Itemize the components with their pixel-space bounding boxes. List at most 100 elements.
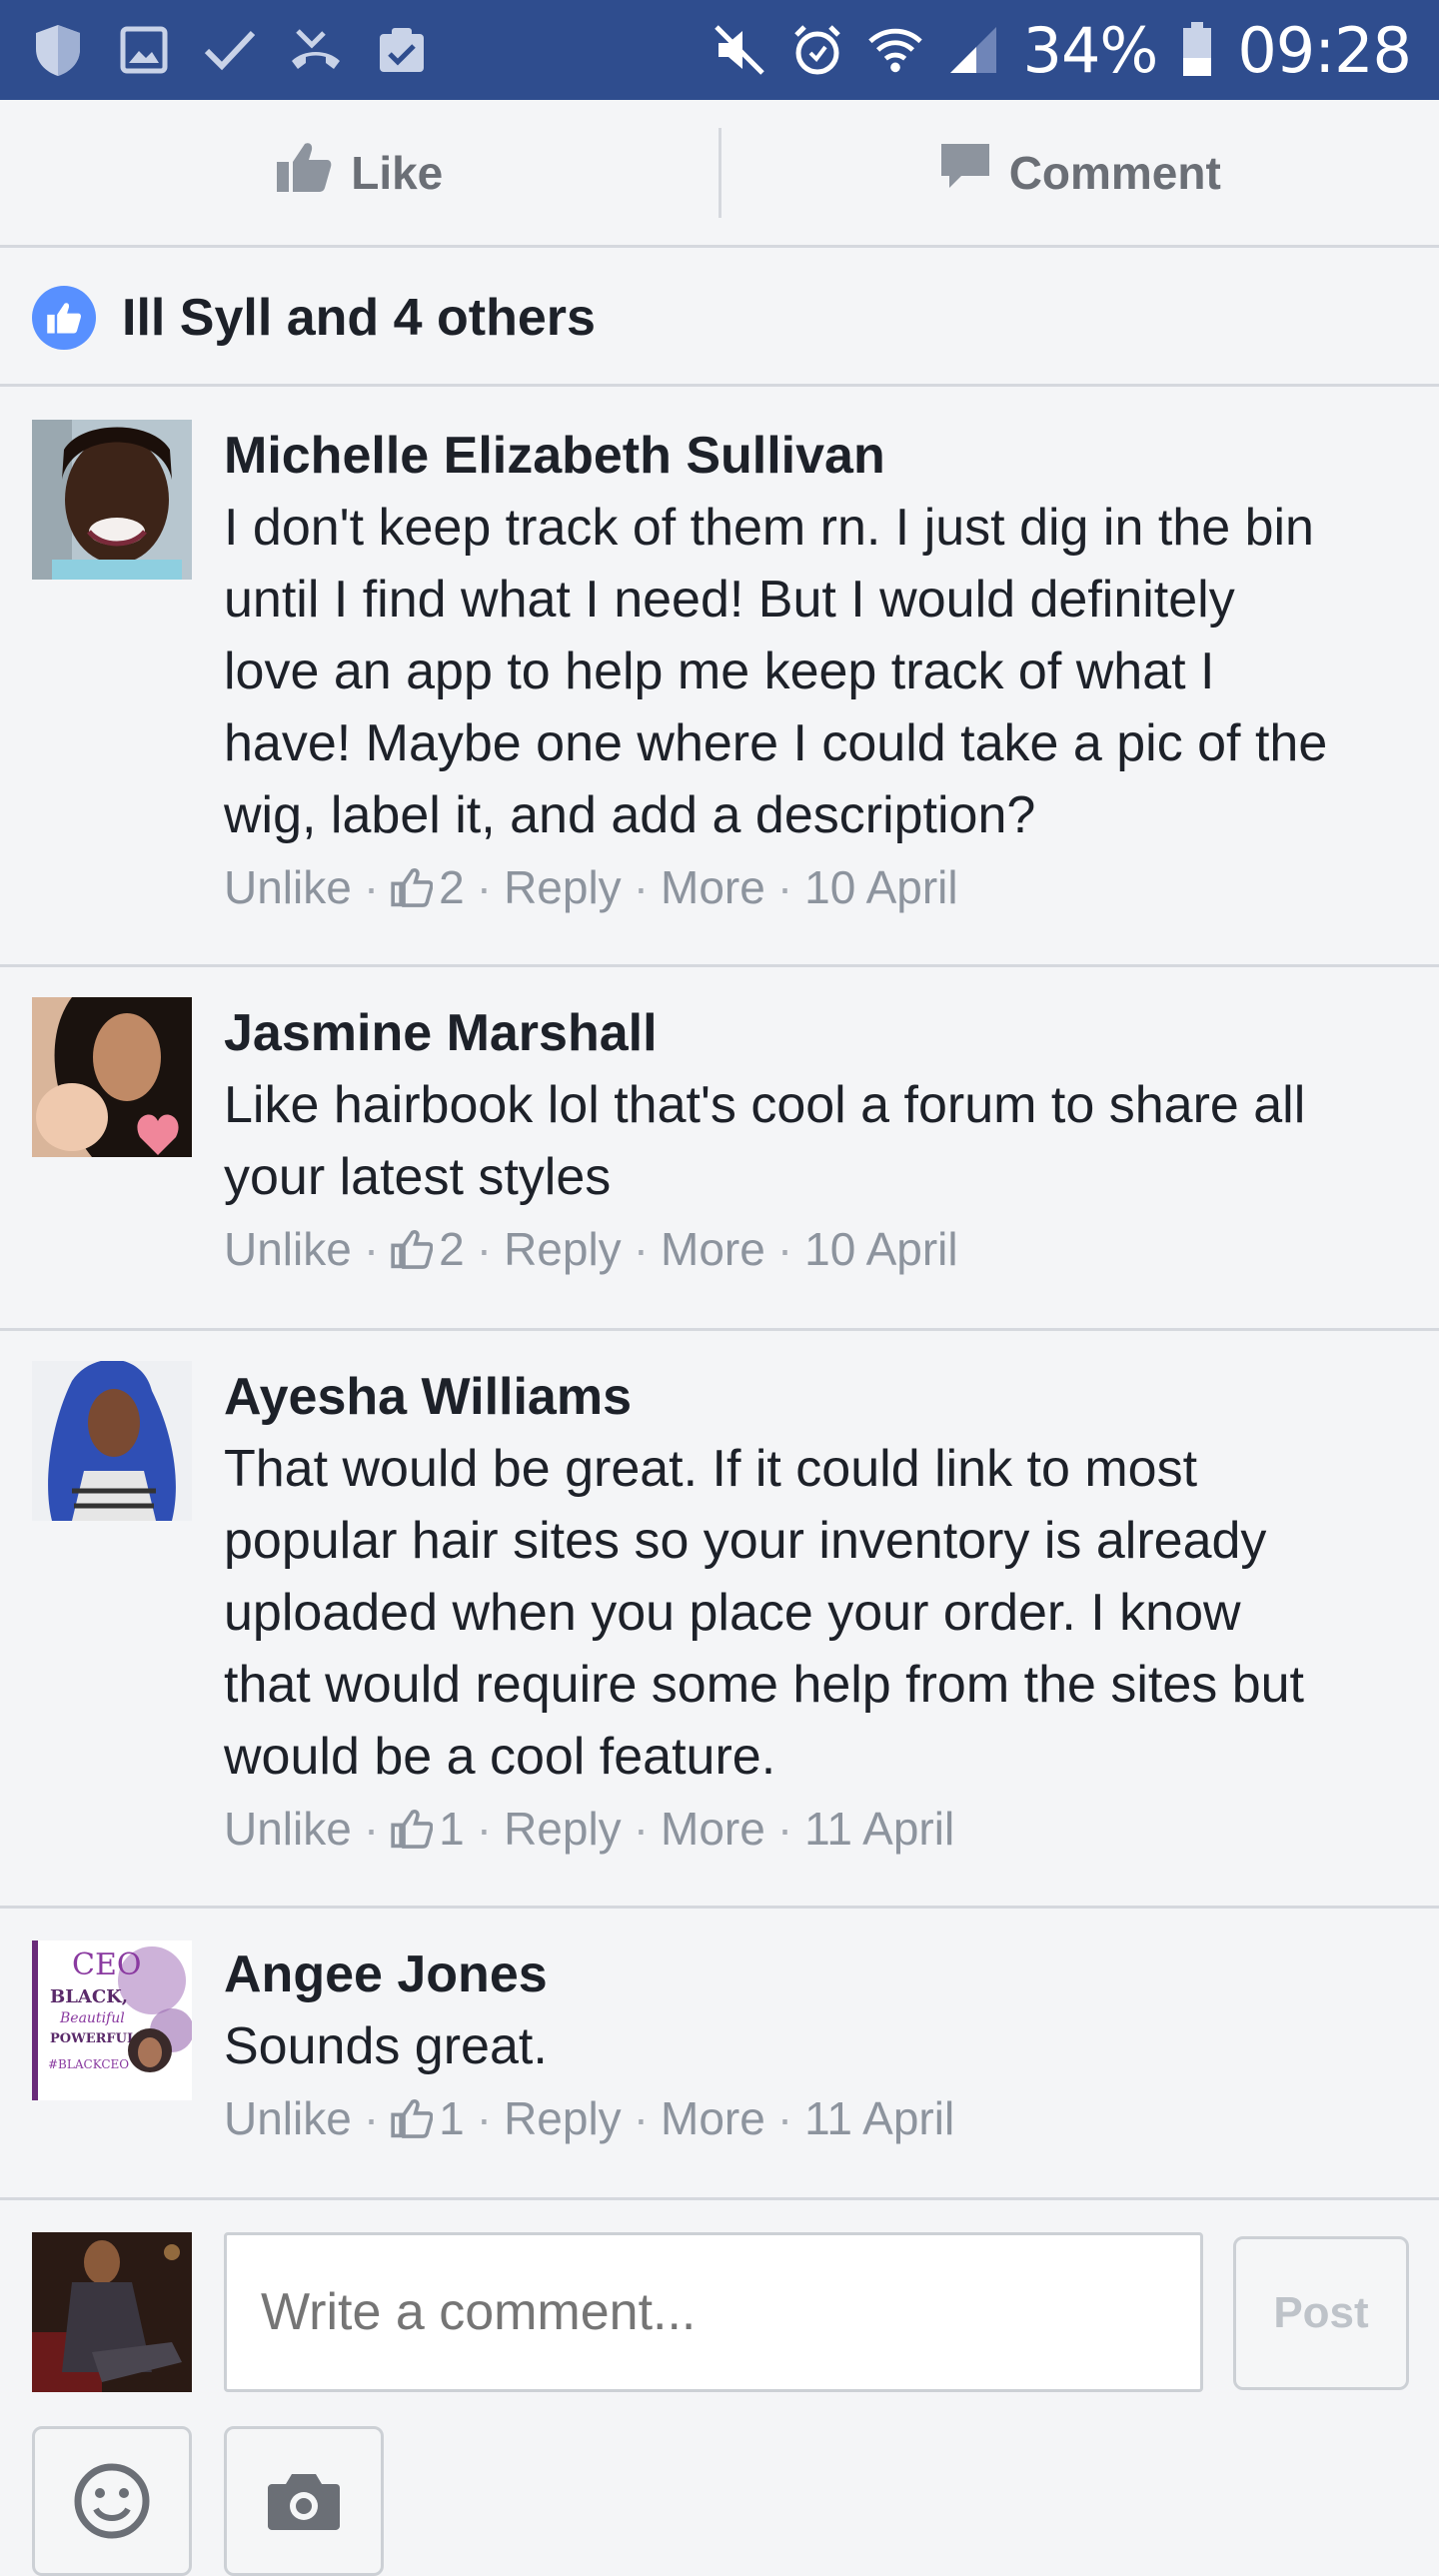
comment-like-count[interactable]: 2 [391,851,465,923]
comment-like-count[interactable]: 1 [391,2082,465,2154]
avatar[interactable]: CEO BLACK, Beautiful POWERFUL #BLACKCEO [32,1940,192,2100]
comment-bubble-icon [939,142,991,203]
separator: · [777,1213,792,1285]
separator: · [364,2082,379,2154]
like-label: Like [351,146,443,200]
alarm-icon [789,22,845,78]
comment-text-line: until I find what I need! But I would de… [224,564,1409,636]
comment-label: Comment [1009,146,1221,200]
comment-meta: Unlike · 2 · Reply · More · 10 April [224,1213,1409,1285]
reply-link[interactable]: Reply [504,2082,622,2154]
separator: · [634,851,649,923]
comment-text-line: I don't keep track of them rn. I just di… [224,492,1409,564]
separator: · [364,1213,379,1285]
signal-icon [945,22,1001,78]
avatar-badge-text: CEO [72,1947,141,1982]
comment-like-count[interactable]: 2 [391,1213,465,1285]
comment-text-line: love an app to help me keep track of wha… [224,636,1409,707]
comment-item: Michelle Elizabeth Sullivan I don't keep… [0,390,1439,967]
status-bar: 34% 09:28 [0,0,1439,100]
comment-meta: Unlike · 1 · Reply · More · 11 April [224,1793,1409,1865]
unlike-link[interactable]: Unlike [224,1213,352,1285]
separator: · [477,1793,492,1865]
more-link[interactable]: More [661,1213,765,1285]
separator: · [477,851,492,923]
likes-summary-text: Ill Syll and 4 others [122,288,596,348]
like-button[interactable]: Like [0,100,719,245]
comment-like-count[interactable]: 1 [391,1793,465,1865]
thumbs-up-icon [275,140,333,205]
like-badge-icon [32,286,96,350]
comment-date[interactable]: 10 April [804,851,957,923]
comment-text-line: your latest styles [224,1141,1409,1213]
separator: · [777,2082,792,2154]
comment-text-line: that would require some help from the si… [224,1649,1409,1721]
check-icon [202,22,258,78]
avatar[interactable] [32,997,192,1157]
comment-author[interactable]: Angee Jones [224,1938,1409,2010]
comment-composer: Post [0,2200,1439,2558]
post-button[interactable]: Post [1233,2236,1409,2390]
comment-author[interactable]: Jasmine Marshall [224,997,1409,1069]
comment-meta: Unlike · 2 · Reply · More · 10 April [224,851,1409,923]
comment-date[interactable]: 11 April [804,1793,954,1865]
notification-icons [0,22,430,78]
photo-button[interactable] [224,2426,384,2576]
separator: · [364,1793,379,1865]
comment-item: Ayesha Williams That would be great. If … [0,1331,1439,1909]
comment-text-line: That would be great. If it could link to… [224,1433,1409,1505]
avatar-badge-text: #BLACKCEO [48,2057,129,2071]
avatar[interactable] [32,1361,192,1521]
separator: · [477,2082,492,2154]
system-icons: 34% 09:28 [712,14,1439,87]
battery-icon [1179,22,1215,78]
avatar-badge-text: BLACK, [50,1986,128,2007]
comment-item: Jasmine Marshall Like hairbook lol that'… [0,967,1439,1331]
current-user-avatar [32,2232,192,2392]
comment-author[interactable]: Michelle Elizabeth Sullivan [224,420,1409,492]
smiley-icon [72,2461,152,2541]
separator: · [634,2082,649,2154]
comment-button[interactable]: Comment [721,100,1439,245]
mute-icon [712,22,767,78]
avatar-badge-text: POWERFUL [50,2031,136,2046]
like-count: 2 [439,1213,465,1285]
like-count: 1 [439,1793,465,1865]
comment-input[interactable] [224,2232,1203,2392]
separator: · [634,1793,649,1865]
like-count: 1 [439,2082,465,2154]
comment-date[interactable]: 10 April [804,1213,957,1285]
thumbs-up-outline-icon [391,1229,433,1269]
comment-author[interactable]: Ayesha Williams [224,1361,1409,1433]
comment-text-line: would be a cool feature. [224,1721,1409,1793]
more-link[interactable]: More [661,1793,765,1865]
like-count: 2 [439,851,465,923]
comment-meta: Unlike · 1 · Reply · More · 11 April [224,2082,1409,2154]
comment-text-line: wig, label it, and add a description? [224,779,1409,851]
comment-text-line: popular hair sites so your inventory is … [224,1505,1409,1577]
sticker-button[interactable] [32,2426,192,2576]
camera-icon [266,2470,342,2532]
unlike-link[interactable]: Unlike [224,1793,352,1865]
unlike-link[interactable]: Unlike [224,2082,352,2154]
thumbs-up-outline-icon [391,2098,433,2138]
comment-text-line: have! Maybe one where I could take a pic… [224,707,1409,779]
unlike-link[interactable]: Unlike [224,851,352,923]
reply-link[interactable]: Reply [504,851,622,923]
more-link[interactable]: More [661,2082,765,2154]
reply-link[interactable]: Reply [504,1213,622,1285]
comment-text-line: Like hairbook lol that's cool a forum to… [224,1069,1409,1141]
more-link[interactable]: More [661,851,765,923]
comment-item: CEO BLACK, Beautiful POWERFUL #BLACKCEO … [0,1909,1439,2200]
separator: · [777,851,792,923]
missed-call-icon [288,22,344,78]
separator: · [477,1213,492,1285]
thumbs-up-outline-icon [391,1809,433,1849]
likes-summary[interactable]: Ill Syll and 4 others [0,251,1439,387]
reply-link[interactable]: Reply [504,1793,622,1865]
clock: 09:28 [1237,14,1411,87]
separator: · [634,1213,649,1285]
comment-date[interactable]: 11 April [804,2082,954,2154]
avatar[interactable] [32,420,192,580]
separator: · [364,851,379,923]
